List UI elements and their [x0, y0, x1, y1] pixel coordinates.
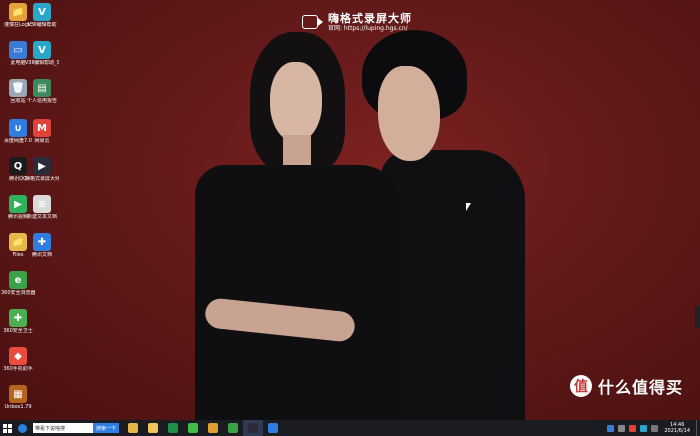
desktop-icon-label: 360安全卫士	[3, 328, 33, 334]
taskbar-app-tencent-docs[interactable]	[263, 420, 283, 436]
desktop-icon[interactable]: V V3Ⅱ编辑帮助	[25, 3, 59, 28]
desktop-icon[interactable]: M 网易云	[25, 119, 59, 144]
pinned-apps	[123, 420, 283, 436]
desktop-icon[interactable]: VV3Ⅱ编辑帮助_Setup_3.0	[25, 41, 59, 66]
system-tray: 14:46 2021/6/14	[605, 420, 700, 436]
taskbar-app-explorer[interactable]	[123, 420, 143, 436]
tencent-docs-icon	[268, 423, 279, 433]
app-icon: ▤	[33, 79, 51, 97]
360-browser-icon	[228, 423, 239, 433]
desktop-icon[interactable]: ✚ 腾讯文档	[25, 233, 59, 258]
search-button[interactable]: 搜索一下	[93, 423, 120, 433]
desktop-icon-label: V3Ⅱ编辑帮助	[27, 22, 57, 28]
camera-icon	[302, 15, 323, 29]
desktop-icon-label: 个人信用报告	[26, 98, 57, 104]
desktop: 嗨格式录屏大师 官网: https://luping.hgs.cn/ 📁 谨慎在L…	[0, 0, 700, 420]
taskbar: 带看下说啥搜 搜索一下 14:46 2021/6/14	[0, 420, 700, 436]
desktop-icon-label: 网易云	[34, 138, 50, 144]
desktop-icon[interactable]: ▦ Unbox1.79	[1, 385, 35, 410]
app-icon: ◆	[9, 347, 27, 365]
app-icon: ✚	[33, 233, 51, 251]
taskbar-app-chrome[interactable]	[203, 420, 223, 436]
desktop-icon-label: Unbox1.79	[4, 404, 32, 410]
desktop-icon[interactable]: ≡ 新建文本文档	[25, 195, 59, 220]
taskbar-app-excel[interactable]	[163, 420, 183, 436]
app-icon: V	[33, 3, 51, 21]
app-icon: ≡	[33, 195, 51, 213]
desktop-icon-label: 360安全浏览器	[1, 290, 35, 296]
smzdm-watermark: 值 什么值得买	[570, 374, 683, 398]
excel-icon	[168, 423, 179, 433]
desktop-icon-label: 360手机助手	[3, 366, 33, 372]
edge-panel-tab[interactable]	[695, 306, 700, 328]
watermark-title: 嗨格式录屏大师	[328, 12, 412, 25]
antivirus-tray-icon[interactable]	[629, 424, 637, 432]
chrome-icon	[208, 423, 219, 433]
taskbar-app-screen-recorder[interactable]	[243, 420, 264, 436]
desktop-icon[interactable]: e 360安全浏览器	[1, 271, 35, 296]
input-method-icon[interactable]	[640, 424, 648, 432]
mouse-cursor-icon	[466, 203, 471, 211]
desktop-icon[interactable]: ▤ 个人信用报告	[25, 79, 59, 104]
wallpaper-man-face	[378, 66, 440, 161]
notification-icon[interactable]	[651, 424, 659, 432]
desktop-icon-label: V3Ⅱ编辑帮助_Setup_3.0	[25, 60, 59, 66]
desktop-icon[interactable]: ✚ 360安全卫士	[1, 309, 35, 334]
volume-icon[interactable]	[618, 424, 626, 432]
windows-logo-icon	[2, 423, 12, 433]
folder-icon	[148, 423, 159, 433]
wechat-icon	[188, 423, 199, 433]
wallpaper-woman-face	[270, 62, 322, 142]
network-icon[interactable]	[607, 424, 615, 432]
app-icon: ✚	[9, 309, 27, 327]
app-icon: ▶	[33, 157, 51, 175]
edge-browser-button[interactable]	[14, 420, 30, 436]
recorder-watermark: 嗨格式录屏大师 官网: https://luping.hgs.cn/	[302, 12, 412, 32]
taskbar-app-wechat[interactable]	[183, 420, 203, 436]
taskbar-app-360-browser[interactable]	[223, 420, 243, 436]
desktop-icon-label: 新建文本文档	[26, 214, 57, 220]
app-icon: V	[33, 41, 51, 59]
app-icon: M	[33, 119, 51, 137]
explorer-icon	[128, 423, 139, 433]
desktop-icon-label: 嗨格式录屏大师	[25, 176, 59, 182]
start-button[interactable]	[0, 420, 14, 436]
app-icon: ▦	[9, 385, 27, 403]
search-input[interactable]: 带看下说啥搜	[33, 423, 93, 433]
desktop-icon[interactable]: ◆ 360手机助手	[1, 347, 35, 372]
show-desktop-button[interactable]	[696, 420, 700, 436]
edge-icon	[17, 423, 27, 433]
taskbar-app-folder[interactable]	[143, 420, 163, 436]
desktop-icon-label: 腾讯文档	[31, 252, 52, 258]
smzdm-text: 什么值得买	[598, 378, 684, 397]
smzdm-logo-icon: 值	[570, 375, 592, 397]
app-icon: e	[9, 271, 27, 289]
desktop-icon[interactable]: ▶ 嗨格式录屏大师	[25, 157, 59, 182]
clock[interactable]: 14:46 2021/6/14	[664, 422, 690, 434]
clock-date: 2021/6/14	[664, 428, 690, 434]
wallpaper-man-body	[380, 150, 525, 420]
screen-recorder-icon	[248, 423, 259, 433]
watermark-url: 官网: https://luping.hgs.cn/	[328, 25, 408, 33]
wallpaper-woman-body	[195, 165, 400, 420]
